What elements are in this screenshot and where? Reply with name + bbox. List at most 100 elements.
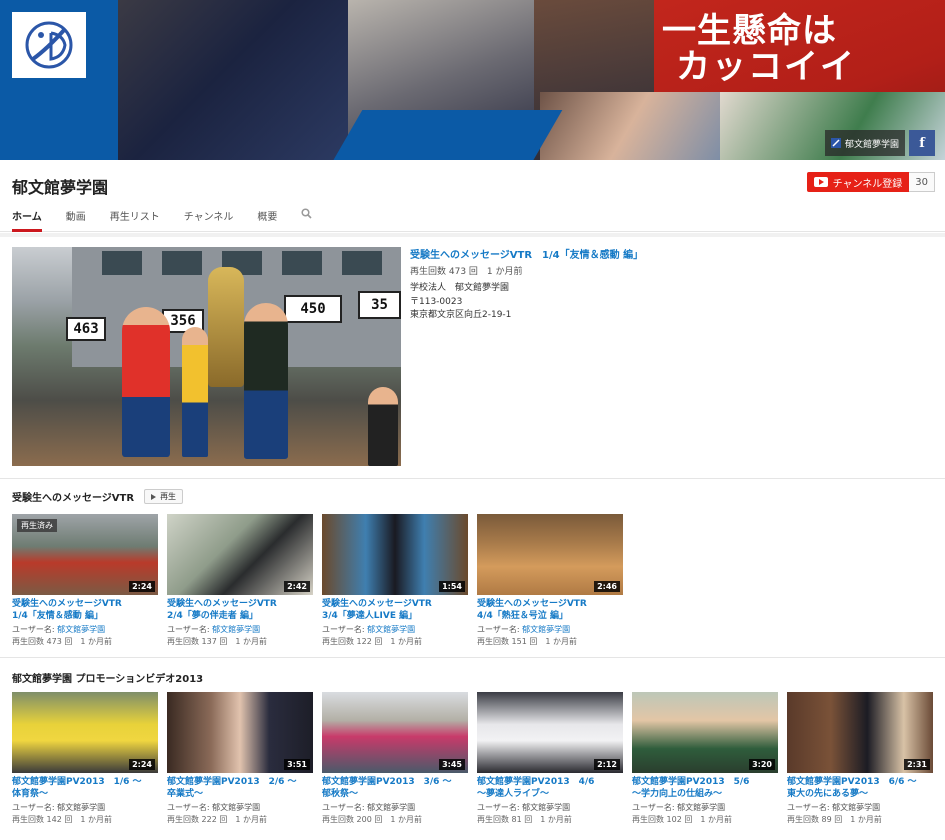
subscribe-widget: チャンネル登録 30 [806,172,935,192]
uploader-label: ユーザー名: [477,625,523,635]
uploader-link[interactable]: 郁文館夢学園 [212,625,260,634]
video-duration: 1:54 [439,581,465,592]
play-all-button[interactable]: 再生 [144,489,184,504]
video-title[interactable]: 郁文館夢学園PV2013 3/6 ～郁秋祭～ [322,777,470,800]
video-card[interactable]: 1:54 受験生へのメッセージVTR 3/4「夢達人LIVE 編」 ユーザー名: … [322,514,470,647]
video-stats: 再生回数 200 回 1 か月前 [322,815,422,825]
video-title-line-2: 東大の先にある夢～ [787,788,869,799]
uploader-name[interactable]: 郁文館夢学園 [522,803,570,812]
video-thumbnail[interactable]: 2:24 [12,692,158,773]
video-card[interactable]: 2:12 郁文館夢学園PV2013 4/6 ～夢達人ライブ～ ユーザー名: 郁文館… [477,692,625,825]
uploader-name[interactable]: 郁文館夢学園 [677,803,725,812]
subscriber-count: 30 [909,172,935,192]
video-card[interactable]: 2:42 受験生へのメッセージVTR 2/4「夢の伴走者 編」 ユーザー名: 郁文… [167,514,315,647]
subscribe-button[interactable]: チャンネル登録 [806,172,910,192]
uploader-label: ユーザー名: [787,803,833,813]
tab-about[interactable]: 概要 [257,208,277,232]
featured-person-4 [368,387,398,466]
uploader-link[interactable]: 郁文館夢学園 [57,625,105,634]
video-card[interactable]: 2:46 受験生へのメッセージVTR 4/4「熱狂＆号泣 編」 ユーザー名: 郁文… [477,514,625,647]
video-duration: 2:42 [284,581,310,592]
video-title[interactable]: 郁文館夢学園PV2013 5/6 ～学力向上の仕組み～ [632,777,780,800]
video-title-line-2: 4/4「熱狂＆号泣 編」 [477,610,568,621]
video-title-line-1: 受験生へのメッセージVTR [167,599,277,609]
uploader-name[interactable]: 郁文館夢学園 [367,803,415,812]
video-card[interactable]: 3:51 郁文館夢学園PV2013 2/6 ～卒業式～ ユーザー名: 郁文館夢学… [167,692,315,825]
video-thumbnail[interactable]: 2:46 [477,514,623,595]
video-card[interactable]: 2:24 郁文館夢学園PV2013 1/6 ～体育祭～ ユーザー名: 郁文館夢学… [12,692,160,825]
trophy-icon [208,267,244,387]
video-duration: 2:24 [129,759,155,770]
slogan-line-1: 一生懸命は [662,11,837,51]
video-title[interactable]: 郁文館夢学園PV2013 6/6 ～東大の先にある夢～ [787,777,935,800]
video-thumbnail[interactable]: 3:51 [167,692,313,773]
video-uploader: ユーザー名: 郁文館夢学園 [632,802,780,813]
video-stats: 再生回数 151 回 1 か月前 [477,637,577,647]
play-icon [151,493,157,500]
video-card[interactable]: 3:20 郁文館夢学園PV2013 5/6 ～学力向上の仕組み～ ユーザー名: 郁… [632,692,780,825]
video-thumbnail[interactable]: 1:54 [322,514,468,595]
uploader-link[interactable]: 郁文館夢学園 [367,625,415,634]
video-title[interactable]: 受験生へのメッセージVTR 4/4「熱狂＆号泣 編」 [477,599,625,622]
tab-playlists[interactable]: 再生リスト [110,208,160,232]
video-uploader: ユーザー名: 郁文館夢学園 [477,802,625,813]
banner-website-link[interactable]: 郁文館夢学園 [824,130,905,156]
video-title-line-2: 郁秋祭～ [322,788,359,799]
video-thumbnail[interactable]: 再生済み 2:24 [12,514,158,595]
channel-banner: 一生懸命は カッコイイ 郁文館夢学園 f [0,0,945,160]
video-thumbnail[interactable]: 3:20 [632,692,778,773]
video-title-line-1: 郁文館夢学園PV2013 2/6 ～ [167,777,297,787]
featured-video-info: 受験生へのメッセージVTR 1/4「友情＆感動 編」 再生回数 473 回 1 … [410,246,930,323]
banner-website-label: 郁文館夢学園 [844,139,899,150]
banner-photo-kendo [118,0,348,160]
video-title[interactable]: 郁文館夢学園PV2013 1/6 ～体育祭～ [12,777,160,800]
video-uploader: ユーザー名: 郁文館夢学園 [12,802,160,813]
video-title-line-2: 体育祭～ [12,788,49,799]
video-thumbnail[interactable]: 2:12 [477,692,623,773]
shelf-title[interactable]: 郁文館夢学園 プロモーションビデオ2013 [12,670,203,685]
video-title[interactable]: 受験生へのメッセージVTR 1/4「友情＆感動 編」 [12,599,160,622]
video-title-line-1: 受験生へのメッセージVTR [12,599,122,609]
youtube-icon [813,177,828,187]
video-thumbnail[interactable]: 3:45 [322,692,468,773]
video-title[interactable]: 郁文館夢学園PV2013 4/6 ～夢達人ライブ～ [477,777,625,800]
video-title-line-1: 郁文館夢学園PV2013 4/6 [477,777,595,787]
video-title[interactable]: 郁文館夢学園PV2013 2/6 ～卒業式～ [167,777,315,800]
tab-channels[interactable]: チャンネル [184,208,234,232]
featured-person-3 [244,303,288,459]
featured-video-title[interactable]: 受験生へのメッセージVTR 1/4「友情＆感動 編」 [410,246,930,261]
banner-slogan: 一生懸命は カッコイイ [662,11,856,85]
uploader-label: ユーザー名: [477,803,523,813]
video-duration: 2:12 [594,759,620,770]
video-thumbnail[interactable]: 2:31 [787,692,933,773]
video-uploader: ユーザー名: 郁文館夢学園 [322,802,470,813]
featured-video-player[interactable]: 463 356 450 35 [12,247,401,466]
video-title-line-1: 受験生へのメッセージVTR [477,599,587,609]
video-title[interactable]: 受験生へのメッセージVTR 2/4「夢の伴走者 編」 [167,599,315,622]
video-duration: 3:51 [284,759,310,770]
video-card[interactable]: 再生済み 2:24 受験生へのメッセージVTR 1/4「友情＆感動 編」 ユーザー… [12,514,160,647]
facebook-link[interactable]: f [909,130,935,156]
video-title-line-2: 3/4「夢達人LIVE 編」 [322,610,418,621]
uploader-name[interactable]: 郁文館夢学園 [212,803,260,812]
tab-home[interactable]: ホーム [12,208,42,232]
video-card[interactable]: 3:45 郁文館夢学園PV2013 3/6 ～郁秋祭～ ユーザー名: 郁文館夢学… [322,692,470,825]
uploader-name[interactable]: 郁文館夢学園 [832,803,880,812]
video-stats: 再生回数 89 回 1 か月前 [787,815,882,825]
shelf-title[interactable]: 受験生へのメッセージVTR [12,489,134,504]
uploader-link[interactable]: 郁文館夢学園 [522,625,570,634]
video-card[interactable]: 2:31 郁文館夢学園PV2013 6/6 ～東大の先にある夢～ ユーザー名: … [787,692,935,825]
video-thumbnail[interactable]: 2:42 [167,514,313,595]
video-stats: 再生回数 81 回 1 か月前 [477,815,572,825]
video-uploader: ユーザー名: 郁文館夢学園 [167,624,315,635]
featured-person-1 [122,307,170,457]
uploader-name[interactable]: 郁文館夢学園 [57,803,105,812]
video-stats: 再生回数 473 回 1 か月前 [12,637,112,647]
video-title[interactable]: 受験生へのメッセージVTR 3/4「夢達人LIVE 編」 [322,599,470,622]
tab-videos[interactable]: 動画 [66,208,86,232]
channel-title[interactable]: 郁文館夢学園 [12,174,108,198]
search-icon[interactable] [301,208,312,232]
header-separator [0,233,945,237]
banner-links: 郁文館夢学園 f [824,130,935,156]
video-stats: 再生回数 122 回 1 か月前 [322,637,422,647]
